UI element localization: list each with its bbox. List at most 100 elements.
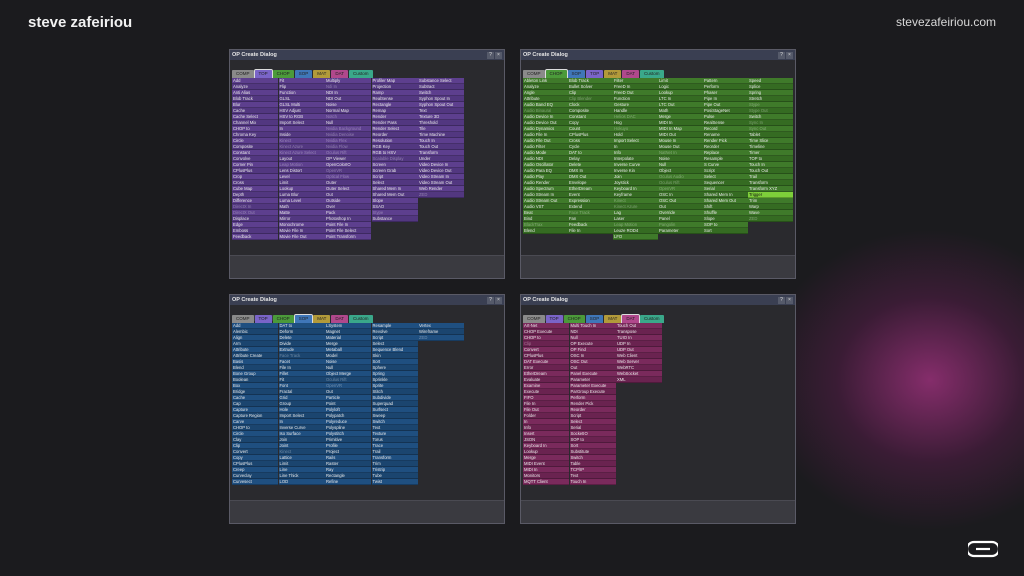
operator-item[interactable]: Feedback [232,234,278,240]
tab-dat[interactable]: DAT [331,70,349,78]
operator-column: Limit Logic Lookup LTC In LTC Out Math Merge MI… [658,78,703,240]
close-icon[interactable]: × [495,51,502,59]
tab-dat[interactable]: DAT [621,314,641,324]
family-tabs: COMP TOP CHOP SOP MAT DAT Custom [521,314,795,324]
tab-top[interactable]: TOP [586,70,604,78]
operator-item[interactable]: XML [616,377,662,383]
operator-column: Art-Net CHOP Execute CHOP to Clip Convert CPl… [523,323,569,485]
family-tabs: COMP CHOP SOP TOP MAT DAT Custom [521,69,795,79]
op-create-dialog[interactable]: OP Create Dialog? × COMP TOP CHOP SOP MAT DAT Cu… [229,49,505,279]
dialog-titlebar[interactable]: OP Create Dialog? × [521,50,795,60]
help-icon[interactable]: ? [778,51,785,59]
close-icon[interactable]: × [786,296,793,304]
tab-sop[interactable]: SOP [294,70,313,78]
op-create-dialog[interactable]: OP Create Dialog? × COMP TOP CHOP SOP MAT DAT Cu… [520,294,796,524]
operator-item[interactable]: ZED [748,216,793,222]
operator-grid: Add Alembic Align Arm Attribute Attribute Cre… [232,323,502,485]
tab-dat[interactable]: DAT [331,315,349,323]
operator-column: Resample Revolve Script Select Sequence Blen… [371,323,418,485]
tab-chop[interactable]: CHOP [563,315,585,323]
operator-item[interactable]: MQTT Client [523,479,569,485]
family-tabs: COMP TOP CHOP SOP MAT DAT Custom [230,69,504,79]
tab-mat[interactable]: MAT [604,70,622,78]
operator-column: DAT to Deform Delete Divide Extrude Face Trac… [278,323,325,485]
operator-column: Multi Touch In NDI Null OP Execute OP Find OS… [569,323,616,485]
tab-top[interactable]: TOP [254,315,272,323]
operator-item[interactable]: ZED [418,192,464,198]
operator-item[interactable]: Sort [703,228,748,234]
dialog-footer [230,255,504,278]
operator-item[interactable]: ZED [418,335,464,341]
tab-mat[interactable]: MAT [313,70,331,78]
operator-item[interactable]: Refine [325,479,371,485]
dialog-footer [230,500,504,523]
op-create-dialog[interactable]: OP Create Dialog? × COMP CHOP SOP TOP MAT DAT Cu… [520,49,796,279]
operator-column: Vertex Wireframe ZED [418,323,464,485]
tab-comp[interactable]: COMP [523,70,545,78]
tab-mat[interactable]: MAT [313,315,331,323]
operator-item[interactable]: Curvesect [232,479,278,485]
operator-column: Fit Flip Function GLSL GLSL Multi HSV Adjust H… [278,78,325,240]
op-create-dialog[interactable]: OP Create Dialog? × COMP TOP CHOP SOP MAT DAT Cu… [229,294,505,524]
close-icon[interactable]: × [495,296,502,304]
tab-dat[interactable]: DAT [622,70,640,78]
operator-column: Blob Track Bullet Solver Clip Clip Blender C… [568,78,613,240]
dialog-title: OP Create Dialog [232,297,277,303]
help-icon[interactable]: ? [487,296,494,304]
tab-mat[interactable]: MAT [604,315,622,323]
tab-custom[interactable]: Custom [349,315,373,323]
operator-item[interactable]: File In [568,228,613,234]
tab-custom[interactable]: Custom [640,315,664,323]
tab-sop[interactable]: SOP [585,315,604,323]
operator-item[interactable]: Point Transform [325,234,371,240]
tab-top[interactable]: TOP [253,69,273,79]
operator-item[interactable]: LOD [278,479,325,485]
operator-item[interactable]: Movie File Out [278,234,325,240]
close-icon[interactable]: × [786,51,793,59]
family-tabs: COMP TOP CHOP SOP MAT DAT Custom [230,314,504,324]
operator-column: LSystem Magnet Material Merge Metaball Model N… [325,323,371,485]
operator-item[interactable]: Touch In [569,479,616,485]
operator-grid: Art-Net CHOP Execute CHOP to Clip Convert CPl… [523,323,793,485]
dialog-footer [521,500,795,523]
operator-column: Speed Splice Spring Stretch Stype Stype Out Sw… [748,78,793,240]
tab-sop[interactable]: SOP [293,314,314,324]
operator-column: Substance Select Subtract Switch Syphon Spo… [418,78,464,240]
operator-column: Add Analyze Anti Alias Blob Track Blur Cache C… [232,78,278,240]
operator-grid: Add Analyze Anti Alias Blob Track Blur Cache C… [232,78,502,240]
tab-sop[interactable]: SOP [567,70,586,78]
tab-top[interactable]: TOP [545,315,563,323]
brand-logo-icon [968,540,998,558]
help-icon[interactable]: ? [487,51,494,59]
operator-item[interactable]: LFO [613,234,658,240]
tab-chop[interactable]: CHOP [272,70,294,78]
tab-chop[interactable]: CHOP [272,315,294,323]
operator-column: Ableton Link Analyze Angle Attribute Audio B… [523,78,568,240]
operator-item[interactable]: Substance [371,216,418,222]
operator-column: Profiler Map Projection Ramp RealSense Recta… [371,78,418,240]
help-icon[interactable]: ? [778,296,785,304]
operator-column: Add Alembic Align Arm Attribute Attribute Cre… [232,323,278,485]
operator-column: Touch Out Transpose TUIO In UDP In UDP Out We… [616,323,662,485]
dialog-titlebar[interactable]: OP Create Dialog? × [230,295,504,305]
operator-item[interactable]: Parameter [658,228,703,234]
author-name: steve zafeiriou [28,14,133,31]
dialog-title: OP Create Dialog [523,52,568,58]
operator-item[interactable]: Blend [523,228,568,234]
site-url[interactable]: stevezafeiriou.com [896,15,996,29]
tab-custom[interactable]: Custom [349,70,373,78]
dialog-footer [521,255,795,278]
tab-comp[interactable]: COMP [232,70,254,78]
tab-comp[interactable]: COMP [523,315,545,323]
operator-column: Multiply Ndi In NDI In NDI Out Noise Normal M… [325,78,371,240]
operator-item[interactable]: Twist [371,479,418,485]
operator-grid: Ableton Link Analyze Angle Attribute Audio B… [523,78,793,240]
tab-chop[interactable]: CHOP [544,69,568,79]
dialog-title: OP Create Dialog [523,297,568,303]
tab-custom[interactable]: Custom [640,70,664,78]
dialog-titlebar[interactable]: OP Create Dialog? × [230,50,504,60]
dialog-titlebar[interactable]: OP Create Dialog? × [521,295,795,305]
dialog-title: OP Create Dialog [232,52,277,58]
tab-comp[interactable]: COMP [232,315,254,323]
operator-column: Filter FreeD In FreeD Out Function Gesture Ha… [613,78,658,240]
